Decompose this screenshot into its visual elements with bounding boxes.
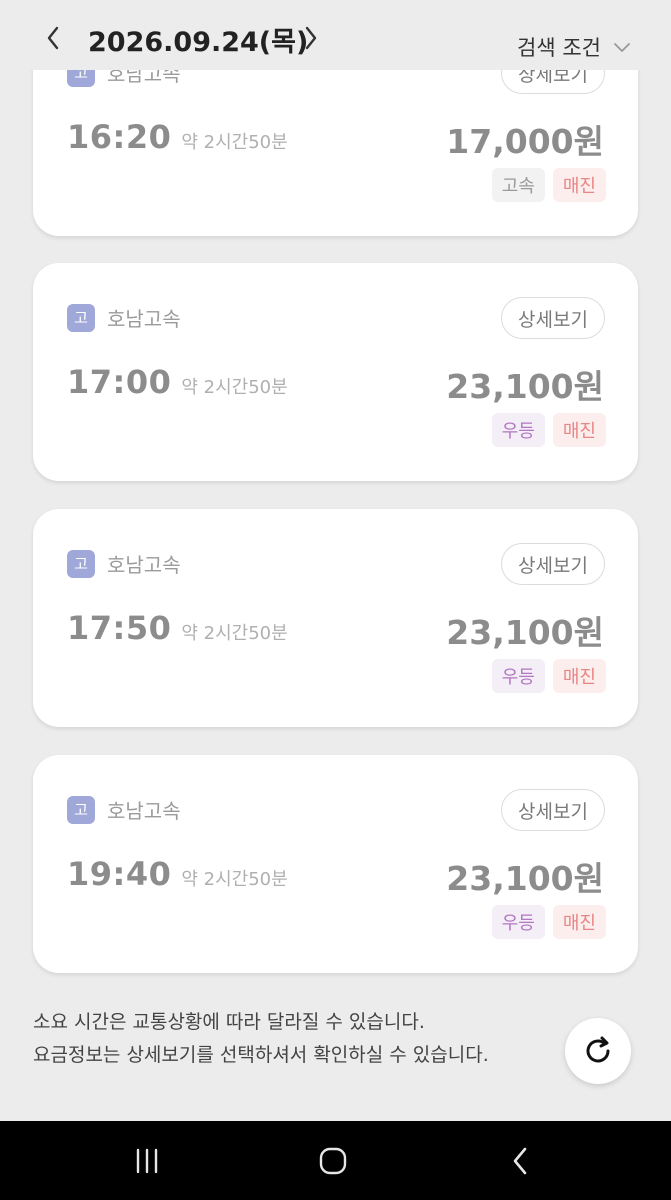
filter-label: 검색 조건 [517,36,601,60]
soldout-badge: 매진 [552,659,606,693]
fare-price: 23,100원 [446,859,604,898]
fare-price: 17,000원 [446,122,604,161]
fare-price: 23,100원 [446,613,604,652]
duration: 약 2시간50분 [181,132,288,153]
tag-row: 우등 매진 [491,659,606,693]
operator-row: 고 호남고속 [67,795,181,824]
bus-card[interactable]: 고 호남고속 상세보기 17:00 약 2시간50분 23,100원 우등 매진 [33,263,638,481]
duration: 약 2시간50분 [181,377,288,398]
operator-name: 호남고속 [107,799,181,823]
selected-date: 2026.09.24(목) [88,27,309,58]
grade-badge: 우등 [491,413,545,447]
system-navigation-bar [0,1121,671,1200]
operator-row: 고 호남고속 [67,549,181,578]
duration: 약 2시간50분 [181,623,288,644]
departure-time: 16:20 [67,118,172,156]
detail-button[interactable]: 상세보기 [501,789,605,831]
time-row: 17:00 약 2시간50분 [67,363,288,401]
departure-time: 17:00 [67,363,172,401]
notice-text: 소요 시간은 교통상황에 따라 달라질 수 있습니다. 요금정보는 상세보기를 … [33,1006,513,1072]
operator-badge: 고 [67,549,95,578]
soldout-badge: 매진 [552,413,606,447]
soldout-badge: 매진 [552,168,606,202]
notice-line: 요금정보는 상세보기를 선택하셔서 확인하실 수 있습니다. [33,1044,489,1066]
date-header: 2026.09.24(목) 검색 조건 [0,0,671,70]
soldout-badge: 매진 [552,905,606,939]
grade-badge: 우등 [491,659,545,693]
operator-name: 호남고속 [107,553,181,577]
bus-card[interactable]: 고 호남고속 상세보기 17:50 약 2시간50분 23,100원 우등 매진 [33,509,638,727]
tag-row: 우등 매진 [491,413,606,447]
time-row: 19:40 약 2시간50분 [67,855,288,893]
refresh-icon [586,1036,610,1063]
operator-row: 고 호남고속 [67,303,181,332]
detail-button[interactable]: 상세보기 [501,297,605,339]
operator-badge: 고 [67,795,95,824]
grade-badge: 고속 [491,168,545,202]
home-icon[interactable] [313,1141,353,1181]
time-row: 17:50 약 2시간50분 [67,609,288,647]
screen: 고 호남고속 상세보기 16:20 약 2시간50분 17,000원 고속 매진… [0,0,671,1200]
refresh-button[interactable] [565,1018,631,1084]
grade-badge: 우등 [491,905,545,939]
bus-card[interactable]: 고 호남고속 상세보기 19:40 약 2시간50분 23,100원 우등 매진 [33,755,638,973]
duration: 약 2시간50분 [181,869,288,890]
search-filter-toggle[interactable]: 검색 조건 [517,32,631,62]
notice-line: 소요 시간은 교통상황에 따라 달라질 수 있습니다. [33,1011,425,1033]
fare-price: 23,100원 [446,367,604,406]
recent-apps-icon[interactable] [127,1141,167,1181]
time-row: 16:20 약 2시간50분 [67,118,288,156]
operator-badge: 고 [67,303,95,332]
detail-button[interactable]: 상세보기 [501,543,605,585]
chevron-left-icon[interactable] [38,20,68,56]
tag-row: 우등 매진 [491,905,606,939]
departure-time: 17:50 [67,609,172,647]
tag-row: 고속 매진 [491,168,606,202]
chevron-down-icon [614,43,630,52]
departure-time: 19:40 [67,855,172,893]
back-icon[interactable] [500,1141,540,1181]
operator-name: 호남고속 [107,307,181,331]
chevron-right-icon[interactable] [296,20,326,56]
